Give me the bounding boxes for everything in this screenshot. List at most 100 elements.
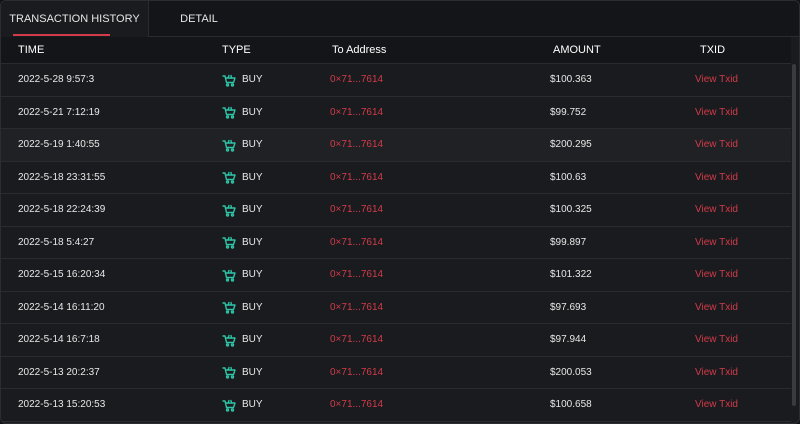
- row-to-address: 0×71...7614: [330, 366, 384, 378]
- row-amount: $99.752: [550, 106, 587, 118]
- row-amount: $97.693: [550, 301, 587, 313]
- row-to-address: 0×71...7614: [330, 334, 384, 345]
- row-type-label: BUY: [242, 171, 263, 183]
- view-txid-link[interactable]: View Txid: [695, 162, 738, 194]
- table-row: 2022-5-14 16:7:18 BUY 0×71...7614 $97.94…: [1, 324, 791, 357]
- row-time: 2022-5-18 5:4:27: [18, 236, 95, 248]
- row-time: 2022-5-15 16:20:34: [18, 269, 106, 280]
- row-amount: $100.658: [550, 399, 592, 410]
- row-type-label: BUY: [242, 366, 263, 378]
- table-row: 2022-5-18 5:4:27 BUY 0×71...7614 $99.897…: [1, 227, 791, 259]
- table-row: 2022-5-18 23:31:55 BUY 0×71...7614 $100.…: [1, 162, 791, 194]
- tab-transaction-history-label: TRANSACTION HISTORY: [9, 13, 140, 25]
- row-to-address: 0×71...7614: [330, 301, 384, 313]
- row-type: BUY: [222, 64, 263, 96]
- row-type-label: BUY: [242, 139, 263, 150]
- table-row: 2022-5-14 16:11:20 BUY 0×71...7614 $97.6…: [1, 292, 791, 324]
- row-time: 2022-5-14 16:11:20: [18, 301, 105, 313]
- row-type: BUY: [222, 389, 263, 421]
- view-txid-link[interactable]: View Txid: [695, 324, 738, 356]
- cart-icon: [222, 204, 236, 217]
- row-to-address: 0×71...7614: [330, 106, 384, 118]
- transaction-panel: TRANSACTION HISTORY DETAIL TIME TYPE To …: [0, 0, 800, 424]
- table-row: 2022-5-13 15:20:53 BUY 0×71...7614 $100.…: [1, 389, 791, 422]
- row-type: BUY: [222, 227, 263, 259]
- row-time: 2022-5-21 7:12:19: [18, 106, 100, 118]
- row-type: BUY: [222, 129, 263, 161]
- row-time: 2022-5-13 15:20:53: [18, 399, 106, 410]
- cart-icon: [222, 269, 236, 282]
- cart-icon: [222, 334, 236, 347]
- cart-icon: [222, 366, 236, 379]
- row-time: 2022-5-18 22:24:39: [18, 204, 106, 215]
- row-type-label: BUY: [242, 334, 263, 345]
- row-amount: $100.63: [550, 171, 587, 183]
- tab-detail-label: DETAIL: [180, 13, 218, 25]
- table-row: 2022-5-18 22:24:39 BUY 0×71...7614 $100.…: [1, 194, 791, 227]
- row-type-label: BUY: [242, 399, 263, 410]
- active-tab-indicator: [13, 34, 110, 36]
- row-to-address: 0×71...7614: [330, 171, 384, 183]
- row-type: BUY: [222, 97, 263, 129]
- row-type-label: BUY: [242, 236, 263, 248]
- row-time: 2022-5-19 1:40:55: [18, 139, 100, 150]
- table-row: 2022-5-28 9:57:3 BUY 0×71...7614 $100.36…: [1, 64, 791, 97]
- row-to-address: 0×71...7614: [330, 74, 384, 85]
- row-type-label: BUY: [242, 269, 263, 280]
- cart-icon: [222, 106, 236, 119]
- row-time: 2022-5-18 23:31:55: [18, 171, 106, 183]
- row-amount: $101.322: [550, 269, 592, 280]
- cart-icon: [222, 399, 236, 412]
- transaction-list: 2022-5-28 9:57:3 BUY 0×71...7614 $100.36…: [1, 64, 791, 422]
- table-row: 2022-5-21 7:12:19 BUY 0×71...7614 $99.75…: [1, 97, 791, 129]
- view-txid-link[interactable]: View Txid: [695, 129, 738, 161]
- column-header-amount: AMOUNT: [553, 44, 601, 56]
- row-type-label: BUY: [242, 74, 263, 85]
- row-amount: $200.053: [550, 366, 592, 378]
- row-type: BUY: [222, 194, 263, 226]
- column-header-time: TIME: [18, 44, 45, 56]
- row-amount: $100.325: [550, 204, 592, 215]
- view-txid-link[interactable]: View Txid: [695, 194, 738, 226]
- row-type: BUY: [222, 162, 263, 194]
- row-amount: $97.944: [550, 334, 587, 345]
- row-amount: $100.363: [550, 74, 592, 85]
- column-header-to-address: To Address: [332, 44, 387, 56]
- cart-icon: [222, 74, 236, 87]
- row-to-address: 0×71...7614: [330, 399, 384, 410]
- row-time: 2022-5-13 20:2:37: [18, 366, 100, 378]
- table-row: 2022-5-13 20:2:37 BUY 0×71...7614 $200.0…: [1, 357, 791, 389]
- table-row: 2022-5-19 1:40:55 BUY 0×71...7614 $200.2…: [1, 129, 791, 162]
- table-row: 2022-5-15 16:20:34 BUY 0×71...7614 $101.…: [1, 259, 791, 292]
- row-time: 2022-5-28 9:57:3: [18, 74, 95, 85]
- view-txid-link[interactable]: View Txid: [695, 292, 738, 324]
- row-amount: $200.295: [550, 139, 592, 150]
- view-txid-link[interactable]: View Txid: [695, 227, 738, 259]
- tab-transaction-history[interactable]: TRANSACTION HISTORY: [1, 1, 149, 37]
- cart-icon: [222, 171, 236, 184]
- view-txid-link[interactable]: View Txid: [695, 64, 738, 96]
- column-header-txid: TXID: [700, 44, 726, 56]
- column-header-type: TYPE: [222, 44, 251, 56]
- view-txid-link[interactable]: View Txid: [695, 97, 738, 129]
- row-to-address: 0×71...7614: [330, 139, 384, 150]
- row-to-address: 0×71...7614: [330, 204, 384, 215]
- table-header: TIME TYPE To Address AMOUNT TXID: [1, 37, 791, 64]
- row-to-address: 0×71...7614: [330, 269, 384, 280]
- row-type-label: BUY: [242, 106, 263, 118]
- row-to-address: 0×71...7614: [330, 236, 384, 248]
- cart-icon: [222, 236, 236, 249]
- cart-icon: [222, 139, 236, 152]
- cart-icon: [222, 301, 236, 314]
- row-type-label: BUY: [242, 204, 263, 215]
- row-type: BUY: [222, 357, 263, 389]
- view-txid-link[interactable]: View Txid: [695, 389, 738, 421]
- view-txid-link[interactable]: View Txid: [695, 357, 738, 389]
- tab-bar: TRANSACTION HISTORY DETAIL: [1, 1, 799, 37]
- row-type: BUY: [222, 324, 263, 356]
- tab-detail[interactable]: DETAIL: [149, 1, 249, 37]
- row-time: 2022-5-14 16:7:18: [18, 334, 100, 345]
- scrollbar[interactable]: [792, 64, 796, 406]
- view-txid-link[interactable]: View Txid: [695, 259, 738, 291]
- row-amount: $99.897: [550, 236, 587, 248]
